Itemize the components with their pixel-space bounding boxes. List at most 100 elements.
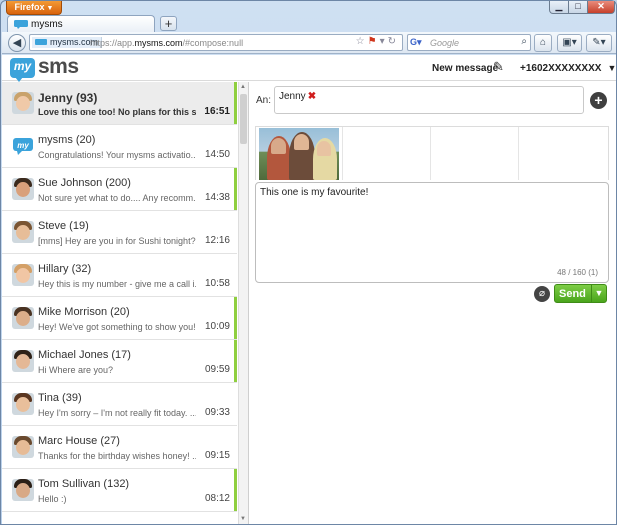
photo-face-1 (271, 138, 286, 154)
tab-title: mysms (31, 19, 63, 30)
message-text: This one is my favourite! (260, 187, 369, 198)
attach-button[interactable]: ⌀ (534, 286, 550, 302)
logo-sms: sms (38, 55, 79, 78)
attachment-slot (342, 127, 343, 180)
conversation-name: Marc House (27) (38, 435, 120, 447)
firefox-menu-label: Firefox (14, 2, 45, 12)
message-textarea[interactable]: This one is my favourite! 48 / 160 (1) (255, 182, 609, 283)
address-bar[interactable]: mysms.com https://app.mysms.com/#compose… (29, 34, 403, 51)
conversation-name: Tina (39) (38, 392, 82, 404)
app-header: my sms New message ✎ +1602XXXXXXXX ▼ (2, 55, 616, 82)
conversation-item[interactable]: Jenny (93) Love this one too! No plans fo… (2, 82, 237, 125)
conversation-item[interactable]: Tina (39) Hey I'm sorry – I'm not really … (2, 383, 237, 426)
paperclip-icon: ⌀ (538, 288, 546, 299)
photo-face-3 (317, 141, 331, 156)
new-tab-button[interactable]: + (160, 16, 177, 31)
conversation-time: 14:38 (204, 192, 230, 203)
conversation-item[interactable]: Steve (19) [mms] Hey are you in for Sushi… (2, 211, 237, 254)
unread-indicator (234, 168, 237, 210)
attached-photo[interactable] (259, 128, 339, 180)
conversation-name: Jenny (93) (38, 91, 98, 105)
to-label: An: (256, 95, 272, 106)
new-message-label[interactable]: New message (432, 63, 498, 74)
svg-text:my: my (17, 141, 29, 150)
recipient-field[interactable]: Jenny ✖ (274, 86, 584, 114)
firefox-menu-button[interactable]: Firefox ▼ (6, 1, 62, 15)
bookmark-star-icon[interactable]: ☆ (356, 36, 368, 47)
unread-indicator (234, 469, 237, 511)
conversation-name: Mike Morrison (20) (38, 306, 130, 318)
add-contact-button[interactable]: + (590, 92, 607, 109)
account-selector[interactable]: +1602XXXXXXXX ▼ (520, 63, 616, 74)
back-button[interactable]: ◀ (8, 34, 26, 52)
maximize-button[interactable]: □ (568, 1, 588, 14)
home-button[interactable]: ⌂ (534, 34, 552, 52)
avatar-marc (12, 436, 34, 458)
plus-icon: + (594, 92, 603, 108)
google-engine-icon[interactable]: G▾ (410, 37, 428, 48)
attachment-strip (255, 126, 609, 180)
home-icon: ⌂ (539, 37, 547, 48)
send-options-chevron-icon[interactable]: ▼ (591, 285, 606, 302)
conversation-time: 09:15 (204, 450, 230, 461)
wrench-icon: ✎▾ (592, 37, 606, 48)
compose-panel: An: Jenny ✖ + This one is my favourite! … (251, 82, 616, 524)
scroll-thumb[interactable] (240, 94, 247, 144)
conversation-item[interactable]: Marc House (27) Thanks for the birthday w… (2, 426, 237, 469)
browser-tab-mysms[interactable]: mysms (7, 15, 155, 33)
avatar-jenny (12, 92, 34, 114)
chevron-down-icon: ▼ (46, 5, 54, 12)
tools-button[interactable]: ✎▾ (586, 34, 612, 52)
reload-icon[interactable]: ↻ (388, 36, 399, 47)
search-icon[interactable]: ⌕ (521, 36, 527, 47)
conversation-item[interactable]: Mike Morrison (20) Hey! We've got somethi… (2, 297, 237, 340)
character-count: 48 / 160 (1) (557, 268, 598, 277)
avatar-sue (12, 178, 34, 200)
browser-window: Firefox ▼ ▁ □ ✕ mysms + ◀ mysms.com https… (0, 0, 617, 525)
minimize-button[interactable]: ▁ (549, 1, 569, 14)
urlbar-icons: ☆⚑▾↻ (356, 36, 399, 47)
conversation-name: mysms (20) (38, 134, 96, 146)
avatar-tina (12, 393, 34, 415)
avatar-steve (12, 221, 34, 243)
send-button[interactable]: Send ▼ (554, 284, 607, 303)
conversation-preview: Not sure yet what to do.... Any recomm..… (38, 193, 196, 203)
conversation-time: 09:33 (204, 407, 230, 418)
search-box[interactable]: G▾ Google ⌕ (407, 34, 531, 51)
compose-icon[interactable]: ✎ (493, 59, 504, 75)
send-label: Send (559, 288, 586, 300)
conversation-scrollbar[interactable]: ▲ ▼ (238, 82, 248, 524)
avatar-michael (12, 350, 34, 372)
recipient-chip: Jenny ✖ (279, 91, 316, 102)
conversation-item[interactable]: Sue Johnson (200) Not sure yet what to do… (2, 168, 237, 211)
account-number: +1602XXXXXXXX (520, 63, 602, 74)
navigation-toolbar: ◀ mysms.com https://app.mysms.com/#compo… (2, 32, 616, 54)
conversation-item[interactable]: Tom Sullivan (132) Hello :) 08:12 (2, 469, 237, 512)
flag-icon[interactable]: ⚑ (368, 36, 380, 47)
mysms-favicon-icon (14, 20, 28, 29)
dropdown-arrow-icon[interactable]: ▾ (380, 36, 388, 47)
conversation-time: 14:50 (204, 149, 230, 160)
conversation-preview: [mms] Hey are you in for Sushi tonight? (38, 236, 196, 246)
back-arrow-icon: ◀ (12, 37, 22, 49)
url-text: https://app.mysms.com/#compose:null (90, 38, 243, 48)
conversation-item[interactable]: Michael Jones (17) Hi Where are you? 09:59 (2, 340, 237, 383)
window-icon: ▣▾ (562, 37, 577, 48)
search-placeholder: Google (430, 38, 460, 48)
unread-indicator (234, 340, 237, 382)
scroll-down-icon[interactable]: ▼ (240, 516, 246, 522)
logo-my: my (10, 58, 35, 82)
avatar-tom (12, 479, 34, 501)
addon-button[interactable]: ▣▾ (557, 34, 582, 52)
scroll-up-icon[interactable]: ▲ (240, 84, 246, 90)
conversation-item[interactable]: my mysms (20) Congratulations! Your mysms … (2, 125, 237, 168)
url-domain: mysms.com (134, 38, 183, 48)
conversation-preview: Love this one too! No plans for this s..… (38, 107, 196, 117)
mysms-app: my sms New message ✎ +1602XXXXXXXX ▼ Jenn… (2, 55, 616, 524)
conversation-item[interactable]: Hillary (32) Hey this is my number - give… (2, 254, 237, 297)
close-window-button[interactable]: ✕ (587, 1, 615, 14)
conversation-preview: Congratulations! Your mysms activatio... (38, 150, 196, 160)
remove-recipient-icon[interactable]: ✖ (308, 91, 316, 102)
conversation-time: 12:16 (204, 235, 230, 246)
conversation-preview: Thanks for the birthday wishes honey! ..… (38, 451, 196, 461)
